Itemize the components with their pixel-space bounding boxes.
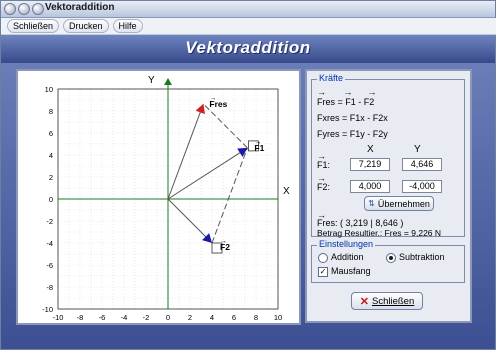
y-tick-label: 6 (49, 129, 53, 138)
x-tick-label: 6 (232, 313, 236, 322)
vector-f2-label-arrow: → (220, 238, 227, 245)
x-tick-label: 10 (274, 313, 282, 322)
f1-arrow-mark: → (317, 151, 326, 161)
menu-schliessen[interactable]: Schließen (7, 19, 60, 33)
result-magnitude: Betrag Resultier.: Fres = 9,226 N (317, 228, 442, 238)
f1-label: F1: (317, 160, 331, 170)
control-panel: Kräfte → → → Fres = F1 - F2 Fxres = F1x … (305, 69, 472, 323)
close-button[interactable]: ✕ Schließen (351, 292, 423, 310)
subtraktion-label: Subtraktion (399, 252, 445, 262)
kraefte-title: Kräfte (317, 73, 346, 83)
window-title: Vektoraddition (45, 2, 115, 13)
close-button-label: Schließen (371, 295, 415, 307)
y-tick-label: 10 (45, 85, 53, 94)
y-tick-label: 8 (49, 107, 53, 116)
graph-panel[interactable]: -10 -8 -6 -4 -2 0 2 4 6 8 10 10 8 6 4 2 0 -2 -4 -6 -8 -10 XY … (16, 69, 301, 325)
x-tick-label: -8 (77, 313, 84, 322)
apply-button-label: Übernehmen (377, 198, 430, 209)
settings-title: Einstellungen (317, 239, 376, 249)
vector-arrow-mark: → → → (317, 87, 377, 97)
formula-y: Fyres = F1y - F2y (317, 129, 388, 139)
y-tick-label: -6 (46, 261, 53, 270)
vector-f1-label-arrow: → (254, 139, 261, 146)
x-tick-label: 4 (210, 313, 214, 322)
result-vector: Fres: ( 3,219 | 8,646 ) (317, 218, 404, 228)
page-title: Vektoraddition (185, 38, 311, 57)
f2-y-input[interactable]: -4,000 (402, 180, 442, 193)
y-tick-label: -2 (46, 217, 53, 226)
menu-drucken[interactable]: Drucken (63, 19, 109, 33)
addition-label: Addition (331, 252, 364, 262)
vector-plot[interactable]: -10 -8 -6 -4 -2 0 2 4 6 8 101086420-2-4-6-8-10 XY … (18, 71, 299, 323)
f2-arrow-mark: → (317, 173, 326, 183)
y-tick-label: -10 (42, 305, 53, 314)
menu-hilfe[interactable]: Hilfe (112, 19, 143, 33)
y-tick-label: 4 (49, 151, 53, 160)
vector-fres-label-arrow: → (209, 95, 216, 102)
settings-group: Einstellungen Addition Subtraktion ✓ Mau… (311, 239, 465, 283)
x-tick-label: -6 (99, 313, 106, 322)
f1-x-input[interactable]: 7,219 (350, 158, 390, 171)
vector-fres[interactable] (167, 103, 204, 200)
subtraktion-radio[interactable] (386, 253, 396, 263)
addition-radio[interactable] (318, 253, 328, 263)
x-tick-label: -10 (53, 313, 64, 322)
vector-f1-head[interactable] (237, 147, 248, 157)
close-icon: ✕ (359, 295, 369, 308)
kraefte-group: Kräfte → → → Fres = F1 - F2 Fxres = F1x … (311, 73, 465, 238)
mausfang-label: Mausfang (331, 266, 371, 276)
f1-y-input[interactable]: 4,646 (402, 158, 442, 171)
y-tick-label: -8 (46, 283, 53, 292)
window-controls (4, 3, 44, 15)
vector-f1[interactable] (167, 147, 248, 200)
formula-x: Fxres = F1x - F2x (317, 113, 388, 123)
construction-line (203, 103, 248, 149)
apply-button[interactable]: ⇅ Übernehmen (364, 196, 434, 211)
apply-icon: ⇅ (368, 199, 375, 208)
f2-x-input[interactable]: 4,000 (350, 180, 390, 193)
x-axis-label: X (283, 186, 290, 197)
vectors[interactable]: F1→F2→Fres→ (167, 95, 265, 254)
column-x-header: X (367, 144, 374, 155)
y-tick-label: 2 (49, 173, 53, 182)
y-tick-label: 0 (49, 195, 53, 204)
y-tick-label: -4 (46, 239, 53, 248)
formula-vector: Fres = F1 - F2 (317, 97, 375, 107)
x-tick-label: 8 (254, 313, 258, 322)
y-axis-label: Y (148, 75, 155, 86)
header-banner: Vektoraddition (1, 35, 495, 63)
column-y-header: Y (414, 144, 421, 155)
x-tick-label: 2 (188, 313, 192, 322)
title-bar: Vektoraddition (1, 1, 495, 18)
menu-bar: Schließen Drucken Hilfe (1, 18, 496, 35)
f2-label: F2: (317, 182, 331, 192)
x-tick-label: -2 (143, 313, 150, 322)
axes: XY (58, 75, 290, 309)
construction-line (211, 147, 248, 244)
minimize-window-icon[interactable] (18, 3, 30, 15)
close-window-icon[interactable] (4, 3, 16, 15)
mausfang-checkbox[interactable]: ✓ (318, 267, 328, 277)
x-tick-label: -4 (121, 313, 128, 322)
x-tick-label: 0 (166, 313, 170, 322)
maximize-window-icon[interactable] (32, 3, 44, 15)
tick-labels: -10 -8 -6 -4 -2 0 2 4 6 8 10 10 8 6 4 2 0 -2 -4 -6 -8 -10 (42, 85, 282, 322)
